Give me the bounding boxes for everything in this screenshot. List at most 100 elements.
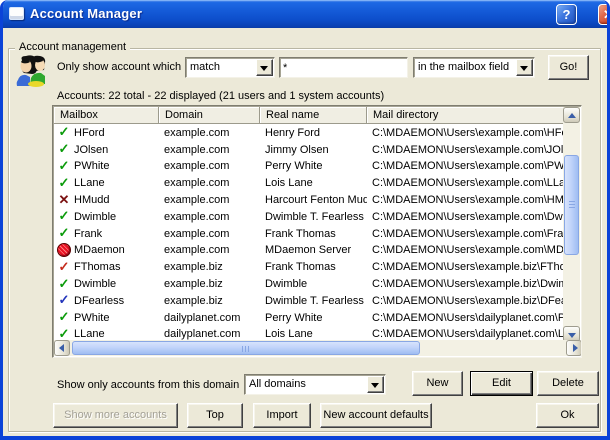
list-header: Mailbox Domain Real name Mail directory	[54, 107, 565, 124]
mailbox-cell: Frank	[74, 227, 103, 240]
domain-cell: example.com	[164, 126, 230, 139]
maildir-cell: C:\MDAEMON\Users\example.biz\FThomas	[372, 261, 565, 274]
scroll-left-icon[interactable]	[54, 340, 70, 356]
domain-dropdown-arrow-icon[interactable]	[367, 376, 384, 393]
go-button[interactable]: Go!	[548, 55, 589, 80]
column-header-domain[interactable]: Domain	[159, 107, 260, 124]
window-title: Account Manager	[30, 6, 143, 21]
domain-cell: example.biz	[164, 294, 223, 307]
title-bar[interactable]: Account Manager ? ✕	[3, 0, 607, 28]
help-button[interactable]: ?	[556, 4, 577, 25]
green-check-icon: ✓	[58, 157, 70, 173]
column-header-maildir[interactable]: Mail directory	[367, 107, 565, 124]
account-row[interactable]: ✓ Frank example.com Frank Thomas C:\MDAEMON\…	[54, 225, 565, 242]
domain-cell: dailyplanet.com	[164, 328, 241, 341]
new-button[interactable]: New	[412, 371, 463, 396]
realname-cell: Dwimble	[265, 278, 308, 291]
new-account-defaults-button[interactable]: New account defaults	[320, 403, 432, 428]
account-row[interactable]: ✓ LLane example.com Lois Lane C:\MDAEMON\Use…	[54, 174, 565, 191]
account-row[interactable]: ✓ PWhite example.com Perry White C:\MDAEMON\…	[54, 158, 565, 175]
field-dropdown-value: in the mailbox field	[418, 61, 510, 73]
vertical-scrollbar[interactable]	[563, 107, 580, 342]
domain-dropdown-value: All domains	[249, 378, 306, 390]
realname-cell: Perry White	[265, 311, 323, 324]
green-check-icon: ✓	[58, 309, 70, 325]
column-header-realname[interactable]: Real name	[260, 107, 367, 124]
maildir-cell: C:\MDAEMON\Users\example.com\HFord	[372, 126, 565, 139]
match-dropdown[interactable]: match	[185, 57, 275, 78]
domain-cell: example.com	[164, 227, 230, 240]
domain-cell: example.com	[164, 244, 230, 257]
mailbox-cell: DFearless	[74, 294, 125, 307]
maildir-cell: C:\MDAEMON\Users\example.biz\Dwimble	[372, 278, 565, 291]
account-row[interactable]: ✓ DFearless example.biz Dwimble T. Fearless…	[54, 292, 565, 309]
account-row[interactable]: ✓ Dwimble example.biz Dwimble C:\MDAEMON\Use…	[54, 275, 565, 292]
green-check-icon: ✓	[58, 124, 70, 140]
red-check-icon: ✓	[58, 258, 70, 274]
account-row[interactable]: ✕ HMudd example.com Harcourt Fenton Mudd C:\…	[54, 191, 565, 208]
column-header-mailbox[interactable]: Mailbox	[54, 107, 159, 124]
scroll-right-icon[interactable]	[566, 340, 581, 356]
maildir-cell: C:\MDAEMON\Users\example.com\MDaemon	[372, 244, 565, 257]
field-dropdown-arrow-icon[interactable]	[516, 59, 533, 76]
green-check-icon: ✓	[58, 141, 70, 157]
maildir-cell: C:\MDAEMON\Users\example.com\HMudd	[372, 194, 565, 207]
mailbox-cell: Dwimble	[74, 210, 117, 223]
mailbox-cell: Dwimble	[74, 278, 117, 291]
delete-button[interactable]: Delete	[537, 371, 599, 396]
account-row[interactable]: ✓ HFord example.com Henry Ford C:\MDAEMON\Us…	[54, 124, 565, 141]
groupbox-label: Account management	[15, 41, 131, 53]
blue-check-icon: ✓	[58, 292, 70, 308]
top-button[interactable]: Top	[187, 403, 243, 428]
mailbox-cell: LLane	[74, 328, 105, 341]
green-check-icon: ✓	[58, 325, 70, 341]
domain-cell: example.com	[164, 194, 230, 207]
maildir-cell: C:\MDAEMON\Users\dailyplanet.com\LLane	[372, 328, 565, 341]
show-more-accounts-button: Show more accounts	[53, 403, 178, 428]
realname-cell: Lois Lane	[265, 328, 313, 341]
realname-cell: Frank Thomas	[265, 227, 336, 240]
import-button[interactable]: Import	[253, 403, 311, 428]
match-dropdown-arrow-icon[interactable]	[256, 59, 273, 76]
accounts-summary: Accounts: 22 total - 22 displayed (21 us…	[57, 90, 385, 102]
green-check-icon: ✓	[58, 225, 70, 241]
close-button[interactable]: ✕	[598, 4, 607, 25]
realname-cell: Harcourt Fenton Mudd	[265, 194, 367, 207]
domain-filter-label: Show only accounts from this domain	[57, 379, 240, 391]
red-circle-icon	[54, 243, 74, 258]
account-row[interactable]: ✓ FThomas example.biz Frank Thomas C:\MDAEMO…	[54, 258, 565, 275]
account-list[interactable]: Mailbox Domain Real name Mail directory …	[52, 105, 582, 358]
horizontal-scroll-thumb[interactable]	[72, 341, 420, 355]
mailbox-cell: LLane	[74, 177, 105, 190]
maildir-cell: C:\MDAEMON\Users\example.com\PWhite	[372, 160, 565, 173]
edit-button[interactable]: Edit	[470, 371, 533, 396]
account-row[interactable]: ✓ PWhite dailyplanet.com Perry White C:\MDAE…	[54, 309, 565, 326]
mailbox-cell: HMudd	[74, 194, 110, 207]
dark-red-x-icon: ✕	[58, 191, 70, 207]
domain-cell: dailyplanet.com	[164, 311, 241, 324]
realname-cell: Dwimble T. Fearless	[265, 210, 364, 223]
realname-cell: Jimmy Olsen	[265, 143, 329, 156]
domain-cell: example.biz	[164, 278, 223, 291]
domain-cell: example.com	[164, 210, 230, 223]
realname-cell: Henry Ford	[265, 126, 321, 139]
account-row[interactable]: ✓ Dwimble example.com Dwimble T. Fearless C:…	[54, 208, 565, 225]
account-row[interactable]: ✓ JOlsen example.com Jimmy Olsen C:\MDAEMON\…	[54, 141, 565, 158]
account-row[interactable]: MDaemon example.com MDaemon Server C:\MDAEM…	[54, 242, 565, 259]
mailbox-cell: PWhite	[74, 160, 110, 173]
scroll-up-icon[interactable]	[563, 107, 580, 123]
green-check-icon: ✓	[58, 275, 70, 291]
domain-cell: example.com	[164, 160, 230, 173]
pattern-input[interactable]	[283, 60, 404, 75]
filter-label: Only show account which	[57, 61, 182, 73]
mailbox-cell: MDaemon	[74, 244, 125, 257]
horizontal-scrollbar[interactable]	[54, 340, 581, 356]
domain-dropdown[interactable]: All domains	[244, 374, 386, 395]
maildir-cell: C:\MDAEMON\Users\example.com\Dwimble	[372, 210, 565, 223]
domain-cell: example.com	[164, 143, 230, 156]
realname-cell: MDaemon Server	[265, 244, 352, 257]
users-icon	[16, 55, 46, 87]
ok-button[interactable]: Ok	[536, 403, 599, 428]
field-dropdown[interactable]: in the mailbox field	[413, 57, 535, 78]
vertical-scroll-thumb[interactable]	[564, 155, 579, 255]
